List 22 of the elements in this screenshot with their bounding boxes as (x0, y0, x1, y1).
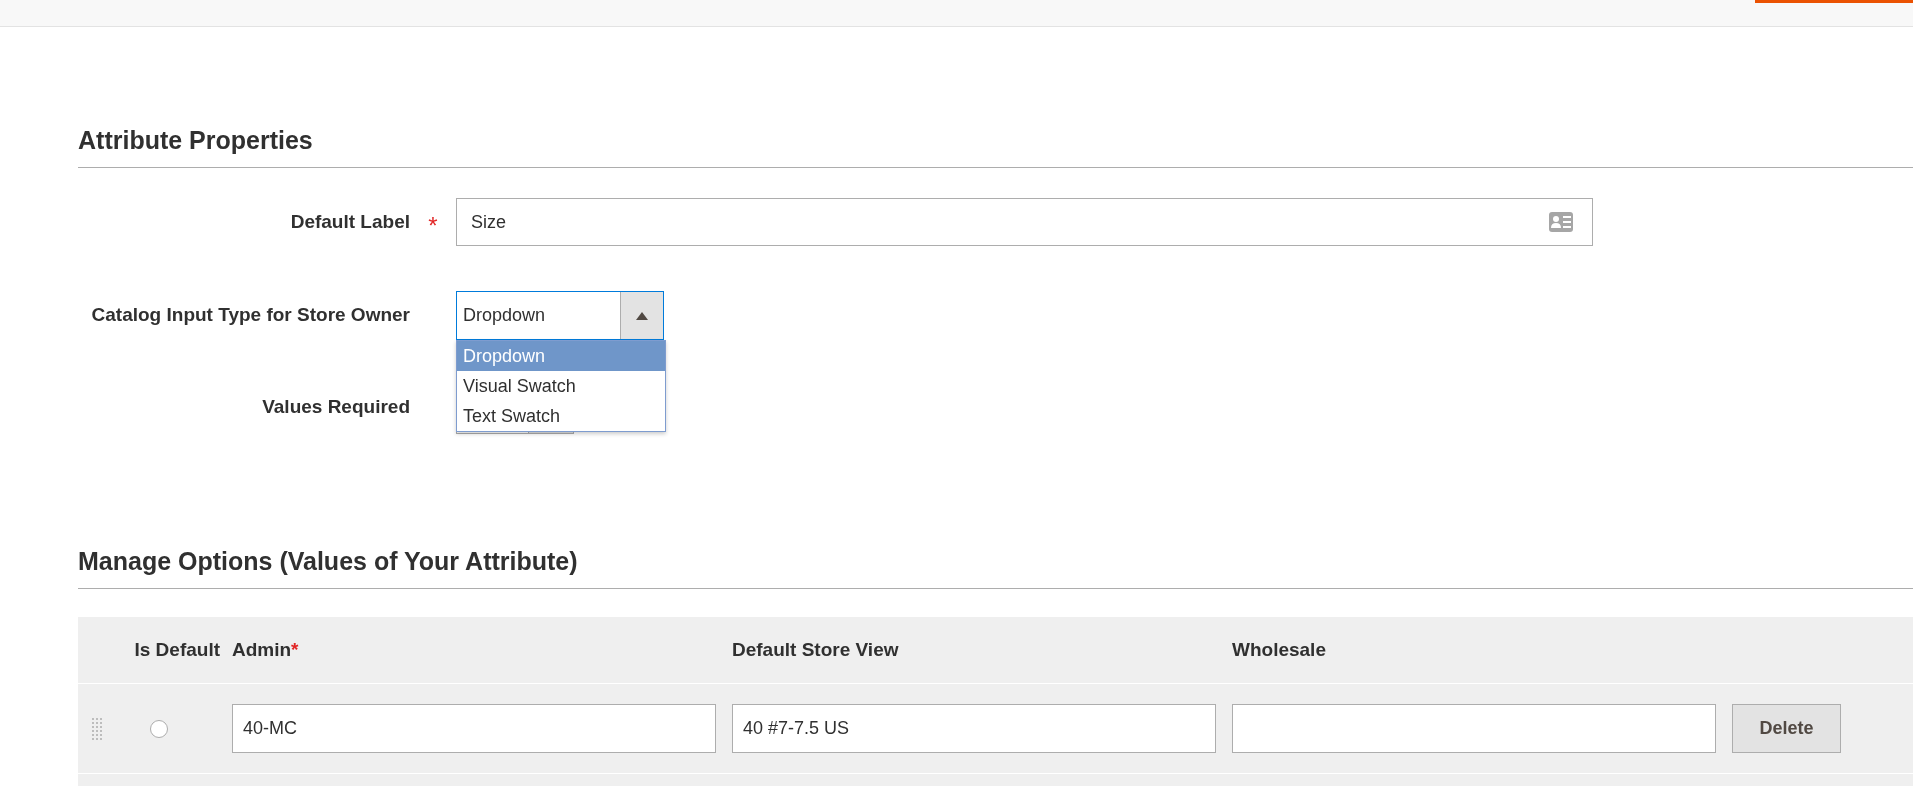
field-label: Catalog Input Type for Store Owner (90, 303, 410, 327)
dropdown-option[interactable]: Text Swatch (457, 401, 665, 431)
column-header: Is Default (134, 639, 220, 661)
column-header: Wholesale (1232, 639, 1326, 661)
option-value-field[interactable]: 40 #7-7.5 US (732, 704, 1216, 753)
field-label: Default Label (289, 210, 410, 234)
drag-handle-icon[interactable] (92, 717, 102, 740)
delete-button[interactable]: Delete (1732, 704, 1841, 753)
dropdown-option[interactable]: Visual Swatch (457, 371, 665, 401)
text-field[interactable]: Size (456, 198, 1593, 246)
default-radio[interactable] (150, 719, 168, 738)
required-mark: * (428, 211, 438, 238)
caret-up-icon (636, 311, 648, 320)
required-mark: * (291, 639, 299, 661)
section-heading: Attribute Properties (78, 125, 313, 155)
option-value-field[interactable] (1232, 704, 1716, 753)
option-value-field[interactable]: 40-MC (232, 704, 716, 753)
section-heading: Manage Options (Values of Your Attribute) (78, 546, 578, 576)
column-header: Default Store View (732, 639, 899, 661)
field-label: Values Required (261, 395, 410, 419)
contact-card-icon (1549, 212, 1573, 232)
column-header: Admin (232, 639, 292, 661)
